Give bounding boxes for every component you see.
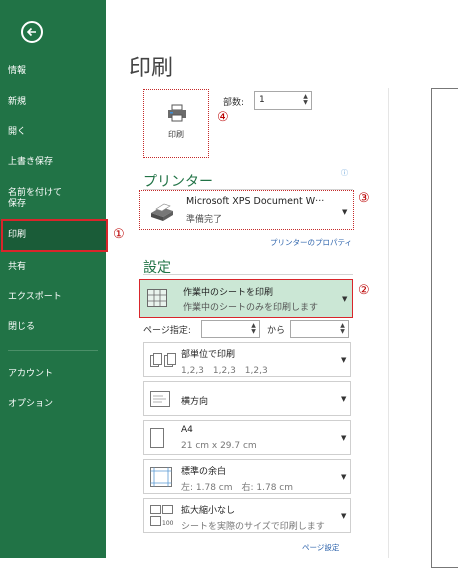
sidebar-item-options[interactable]: オプション — [0, 399, 106, 410]
orientation-select[interactable]: 横方向 ▼ — [143, 381, 351, 416]
sidebar-item-account[interactable]: アカウント — [0, 369, 106, 380]
landscape-icon — [150, 391, 170, 407]
printer-icon — [168, 104, 186, 122]
print-button[interactable]: 印刷 — [143, 89, 209, 158]
collate-title: 部単位で印刷 — [181, 350, 236, 360]
print-highlight-frame — [1, 219, 108, 252]
printer-section-title: プリンター — [143, 174, 213, 190]
sheet-grid-icon — [147, 289, 167, 307]
print-what-subtitle: 作業中のシートのみを印刷します — [183, 303, 319, 313]
callout-4: ④ — [217, 110, 229, 125]
orientation-title: 横方向 — [181, 397, 209, 407]
chevron-down-icon: ▼ — [341, 434, 347, 442]
callout-2: ② — [358, 283, 370, 298]
margins-subtitle: 左: 1.78 cm 右: 1.78 cm — [181, 483, 294, 493]
sidebar-item-open[interactable]: 開く — [0, 127, 106, 138]
pages-to-input[interactable]: ▲ ▼ — [290, 320, 349, 338]
paper-size-title: A4 — [181, 425, 193, 435]
printer-select[interactable]: Microsoft XPS Document W··· 準備完了 ▼ — [139, 190, 354, 230]
callout-3: ③ — [358, 191, 370, 206]
printer-name: Microsoft XPS Document W··· — [186, 196, 325, 207]
pages-from-spinner[interactable]: ▲ ▼ — [250, 323, 257, 336]
settings-section-divider — [143, 274, 353, 275]
printer-device-icon — [151, 203, 173, 221]
collate-subtitle: 1,2,3 1,2,3 1,2,3 — [181, 366, 268, 376]
scaling-select[interactable]: 100 拡大縮小なし シートを実際のサイズで印刷します ▼ — [143, 498, 351, 533]
print-what-select[interactable]: 作業中のシートを印刷 作業中のシートのみを印刷します ▼ — [139, 279, 353, 318]
page-setup-link[interactable]: ページ設定 — [302, 542, 339, 553]
printer-status: 準備完了 — [186, 215, 223, 225]
sidebar-item-info[interactable]: 情報 — [0, 66, 106, 77]
copies-input[interactable]: 1 ▲ ▼ — [254, 91, 312, 110]
pages-to-label: から — [267, 326, 286, 336]
chevron-down-icon: ▼ — [341, 473, 347, 481]
copies-value: 1 — [259, 95, 265, 105]
printer-properties-link[interactable]: プリンターのプロパティ — [270, 237, 352, 248]
pages-from-input[interactable]: ▲ ▼ — [201, 320, 260, 338]
sidebar-item-export[interactable]: エクスポート — [0, 292, 106, 303]
sidebar-item-new[interactable]: 新規 — [0, 97, 106, 108]
chevron-down-icon: ▼ — [342, 295, 348, 303]
paper-icon — [150, 428, 164, 448]
collate-icon — [150, 353, 176, 367]
scaling-subtitle: シートを実際のサイズで印刷します — [181, 522, 325, 532]
paper-size-select[interactable]: A4 21 cm x 29.7 cm ▼ — [143, 420, 351, 455]
page-title: 印刷 — [129, 56, 174, 81]
pages-to-spinner[interactable]: ▲ ▼ — [339, 323, 346, 336]
chevron-down-icon: ▼ — [342, 208, 348, 216]
info-icon[interactable]: ⓘ — [341, 168, 348, 178]
paper-size-subtitle: 21 cm x 29.7 cm — [181, 441, 257, 451]
print-preview — [431, 88, 458, 568]
sidebar-divider — [8, 350, 98, 351]
sidebar-item-save[interactable]: 上書き保存 — [0, 157, 106, 168]
print-button-label: 印刷 — [168, 130, 184, 139]
sidebar-item-save-as[interactable]: 名前を付けて 保存 — [0, 188, 106, 210]
back-arrow-icon[interactable] — [21, 21, 43, 43]
chevron-down-icon: ▼ — [341, 512, 347, 520]
chevron-down-icon: ▼ — [341, 395, 347, 403]
svg-text:100: 100 — [162, 520, 174, 527]
copies-label: 部数: — [223, 98, 245, 108]
collate-select[interactable]: 部単位で印刷 1,2,3 1,2,3 1,2,3 ▼ — [143, 342, 351, 377]
scaling-title: 拡大縮小なし — [181, 506, 236, 516]
backstage-sidebar: 情報 新規 開く 上書き保存 名前を付けて 保存 印刷 共有 エクスポート 閉じ… — [0, 0, 106, 558]
copies-spinner[interactable]: ▲ ▼ — [302, 94, 309, 107]
preview-divider — [388, 88, 389, 558]
margins-select[interactable]: 標準の余白 左: 1.78 cm 右: 1.78 cm ▼ — [143, 459, 351, 494]
sidebar-item-share[interactable]: 共有 — [0, 262, 106, 273]
chevron-down-icon: ▼ — [341, 356, 347, 364]
print-what-title: 作業中のシートを印刷 — [183, 288, 274, 298]
scaling-icon: 100 — [150, 505, 174, 527]
margins-title: 標準の余白 — [181, 467, 227, 477]
sidebar-item-close[interactable]: 閉じる — [0, 322, 106, 333]
callout-1: ① — [113, 227, 125, 242]
margins-icon — [150, 467, 172, 487]
pages-label: ページ指定: — [143, 326, 191, 336]
